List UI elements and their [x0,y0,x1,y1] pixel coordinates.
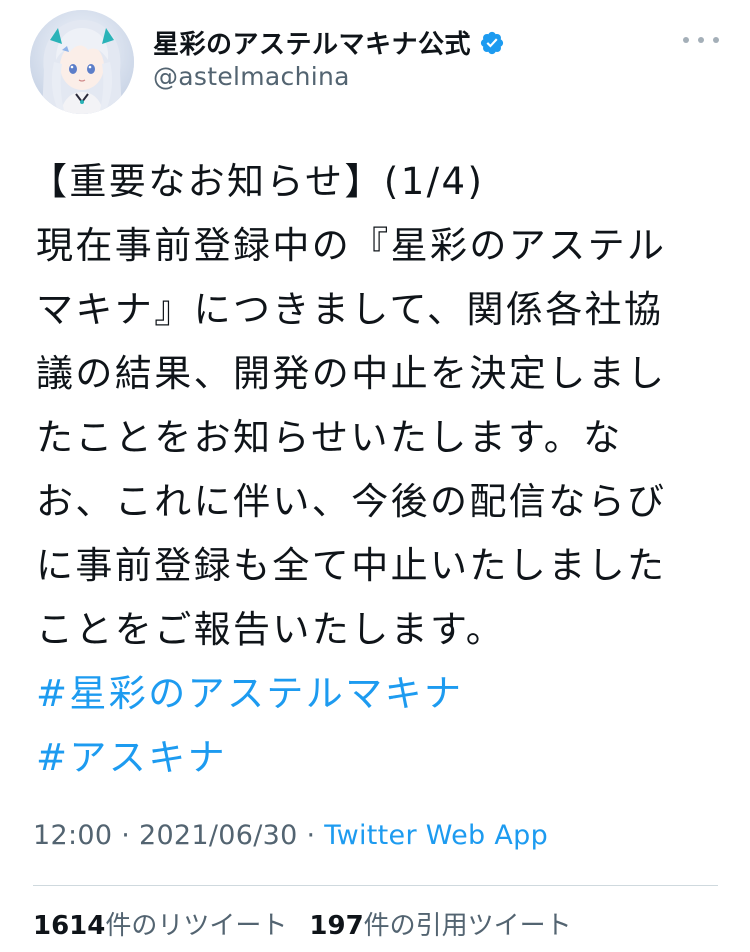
tweet-time[interactable]: 12:00 [33,820,112,851]
hashtag-link[interactable]: #星彩のアステルマキナ [36,662,706,726]
avatar[interactable] [30,10,134,114]
engagement-stats: 1614件のリツイート 197件の引用ツイート [33,905,572,942]
tweet-line: お、これに伴い、今後の配信ならび [36,480,667,523]
dot [683,37,689,43]
avatar-illustration [30,10,134,114]
more-options-icon[interactable] [683,28,719,52]
hashtag-link[interactable]: #アスキナ [36,726,706,790]
tweet-source-link[interactable]: Twitter Web App [324,820,548,851]
retweet-count: 1614 [33,911,106,941]
tweet-line: ことをご報告いたします。 [36,608,506,651]
quote-tweets-stat[interactable]: 197件の引用ツイート [309,911,571,941]
divider [33,885,718,886]
tweet-line: 議の結果、開発の中止を決定しまし [36,352,667,395]
author-name-row[interactable]: 星彩のアステルマキナ公式 [153,24,505,61]
dot [713,37,719,43]
verified-badge-icon [480,31,504,54]
dot [698,37,704,43]
retweets-stat[interactable]: 1614件のリツイート [33,911,287,941]
tweet-line: たことをお知らせいたします。な [36,416,623,459]
tweet-metadata: 12:00 · 2021/06/30 · Twitter Web App [33,820,548,851]
retweet-label: 件のリツイート [105,911,288,941]
meta-separator: · [112,820,139,851]
tweet-text: 【重要なお知らせ】(1/4) 現在事前登録中の『星彩のアステル マキナ』につきま… [30,150,706,790]
quote-count: 197 [309,911,364,941]
tweet-line: に事前登録も全て中止いたしました [36,544,667,587]
tweet-line: 【重要なお知らせ】(1/4) [30,160,485,203]
tweet-line: マキナ』につきまして、関係各社協 [36,288,664,331]
tweet-line: 現在事前登録中の『星彩のアステル [36,224,667,267]
tweet-date[interactable]: 2021/06/30 [139,820,298,851]
user-handle[interactable]: @astelmachina [153,62,350,91]
meta-separator: · [297,820,325,851]
display-name[interactable]: 星彩のアステルマキナ公式 [153,24,471,61]
tweet-detail: 星彩のアステルマキナ公式 @astelmachina 【重要なお知らせ】(1/4… [0,0,750,952]
quote-label: 件の引用ツイート [363,911,572,941]
